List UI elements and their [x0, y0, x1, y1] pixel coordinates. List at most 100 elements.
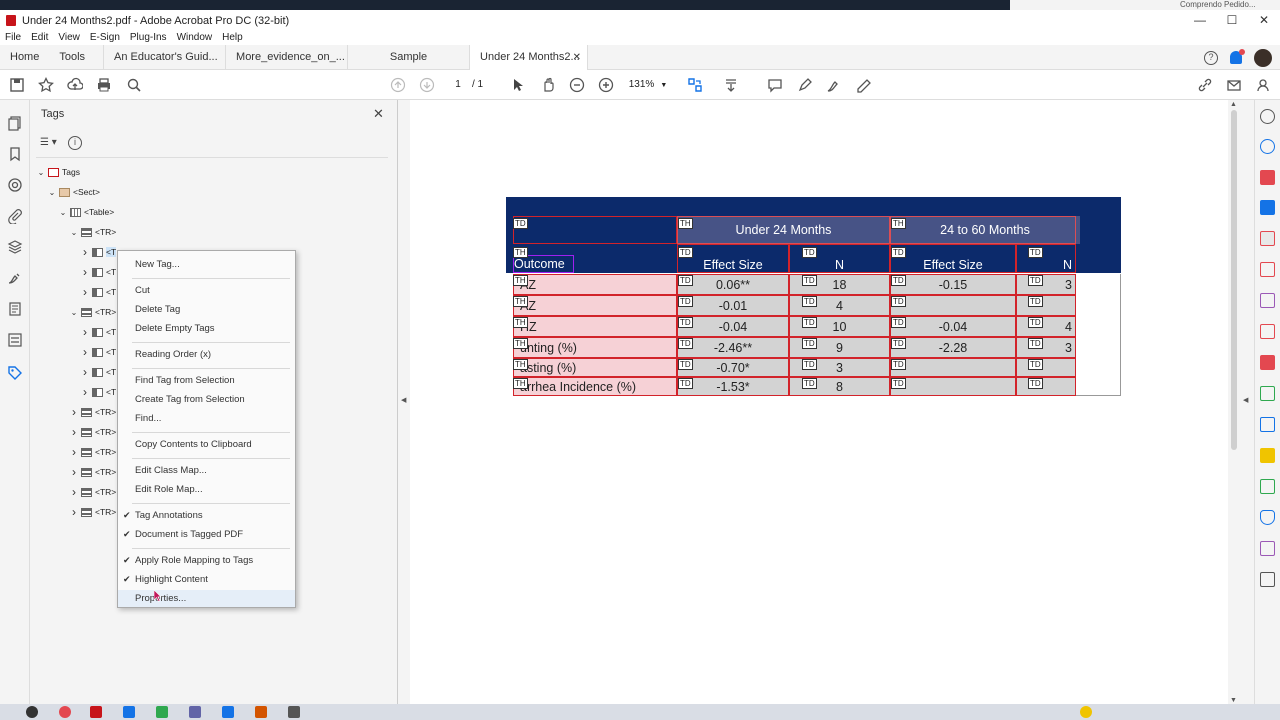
chevron-right-icon[interactable]: › — [80, 365, 90, 379]
context-menu-item[interactable]: Edit Role Map... — [118, 481, 295, 498]
chevron-down-icon[interactable]: ⌄ — [69, 308, 79, 317]
menu-view[interactable]: View — [53, 31, 85, 45]
create-pdf-icon[interactable] — [1260, 170, 1275, 185]
chevron-right-icon[interactable]: › — [69, 445, 79, 459]
chevron-right-icon[interactable]: › — [80, 245, 90, 259]
context-menu-item[interactable]: Cut — [118, 282, 295, 299]
context-menu-item[interactable]: Delete Empty Tags — [118, 320, 295, 337]
context-menu-item[interactable]: Copy Contents to Clipboard — [118, 436, 295, 453]
options-menu-icon[interactable]: ☰ ▾ — [40, 137, 62, 149]
tag-tree-node[interactable]: › <TR> — [69, 504, 116, 520]
save-icon[interactable] — [9, 77, 25, 93]
chevron-down-icon[interactable]: ⌄ — [36, 168, 46, 177]
attachments-icon[interactable] — [7, 208, 23, 225]
zoom-in-icon[interactable] — [598, 77, 614, 93]
tag-tree-node[interactable]: › <T — [80, 344, 116, 360]
powerpoint-icon[interactable] — [255, 706, 267, 718]
context-menu-item[interactable]: ✔ Apply Role Mapping to Tags — [118, 552, 295, 569]
context-menu-item[interactable]: ✔ Highlight Content — [118, 571, 295, 588]
tab-doc-more-evidence[interactable]: More_evidence_on_... — [226, 45, 349, 70]
tab-close-icon[interactable]: ✕ — [573, 45, 581, 70]
panel-splitter[interactable]: ◀ — [398, 100, 410, 720]
close-button[interactable]: ✕ — [1248, 10, 1280, 31]
tag-tree-node[interactable]: ⌄ <TR> — [69, 224, 117, 240]
context-menu-item[interactable]: ✔ Tag Annotations — [118, 507, 295, 524]
context-menu-item[interactable]: New Tag... — [118, 256, 295, 273]
chevron-right-icon[interactable]: › — [80, 265, 90, 279]
close-icon[interactable]: ✕ — [373, 106, 384, 122]
context-menu-item[interactable]: Find Tag from Selection — [118, 372, 295, 389]
tag-tree-node[interactable]: ⌄ <TR> — [69, 304, 117, 320]
organize-pages-icon[interactable] — [1260, 324, 1275, 339]
help-icon[interactable]: ? — [1204, 50, 1218, 65]
content-order-icon[interactable] — [7, 332, 23, 348]
order-icon[interactable] — [7, 301, 23, 317]
scroll-mode-icon[interactable] — [723, 77, 739, 93]
tag-tree-node[interactable]: › <T — [80, 264, 116, 280]
tag-tree-node[interactable]: › <T — [80, 244, 117, 260]
context-menu-item[interactable]: Delete Tag — [118, 301, 295, 318]
bookmark-star-icon[interactable] — [38, 76, 54, 93]
upload-cloud-icon[interactable] — [67, 77, 84, 93]
context-menu-item[interactable]: Find... — [118, 410, 295, 427]
accessibility-icon[interactable] — [1260, 139, 1275, 154]
vertical-scrollbar[interactable]: ▲ ▼ — [1228, 100, 1240, 704]
comment-tool-icon[interactable] — [1260, 448, 1275, 463]
hand-tool-icon[interactable] — [540, 77, 556, 93]
minimize-button[interactable]: — — [1184, 10, 1216, 31]
signatures-icon[interactable] — [7, 270, 23, 286]
fill-sign-icon[interactable] — [1260, 293, 1275, 308]
chevron-right-icon[interactable]: › — [80, 285, 90, 299]
scan-ocr-icon[interactable] — [1260, 386, 1275, 401]
tags-icon[interactable] — [7, 365, 23, 381]
menu-plugins[interactable]: Plug-Ins — [125, 31, 172, 45]
print-production-icon[interactable] — [1260, 479, 1275, 494]
page-down-icon[interactable] — [419, 77, 435, 93]
tag-tree-node[interactable]: › <TR> — [69, 464, 116, 480]
tab-doc-educators-guide[interactable]: An Educator's Guid... — [104, 45, 227, 70]
notification-bell-icon[interactable] — [1230, 49, 1245, 64]
share-link-icon[interactable] — [1197, 77, 1213, 93]
highlight-pen-icon[interactable] — [797, 77, 813, 93]
redact-icon[interactable] — [1260, 541, 1275, 556]
bookmarks-icon[interactable] — [7, 146, 23, 162]
right-panel-collapse[interactable]: ◀ — [1240, 100, 1254, 704]
context-menu-item[interactable]: Edit Class Map... — [118, 462, 295, 479]
add-user-icon[interactable] — [1256, 77, 1272, 93]
edit-pdf-icon[interactable] — [1260, 231, 1275, 246]
export-pdf-icon[interactable] — [1260, 200, 1275, 215]
page-number-input[interactable]: 1 — [447, 78, 469, 92]
document-viewport[interactable] — [410, 100, 1228, 704]
tag-tree-node[interactable]: › <TR> — [69, 484, 116, 500]
chevron-down-icon[interactable]: ⌄ — [69, 228, 79, 237]
comment-icon[interactable] — [767, 77, 783, 93]
page-thumbnails-icon[interactable] — [7, 115, 23, 131]
tag-tree-node[interactable]: › <TR> — [69, 404, 116, 420]
draw-icon[interactable] — [826, 77, 842, 93]
scrollbar-thumb[interactable] — [1231, 110, 1237, 450]
chevron-right-icon[interactable]: › — [69, 405, 79, 419]
chrome-icon[interactable] — [59, 706, 71, 718]
context-menu-item[interactable]: Create Tag from Selection — [118, 391, 295, 408]
tab-doc-sample[interactable]: Sample — [348, 45, 471, 70]
content-icon[interactable] — [7, 177, 23, 193]
zoom-out-icon[interactable] — [569, 77, 585, 93]
chevron-right-icon[interactable]: › — [69, 425, 79, 439]
menu-edit[interactable]: Edit — [26, 31, 53, 45]
pdf-table[interactable]: Under 24 Months 24 to 60 Months TD TH TH Outc… — [506, 197, 1121, 396]
tag-tree-node[interactable]: › <TR> — [69, 424, 116, 440]
weather-icon[interactable] — [1080, 706, 1092, 718]
chevron-right-icon[interactable]: › — [69, 505, 79, 519]
menu-esign[interactable]: E-Sign — [85, 31, 125, 45]
chevron-right-icon[interactable]: › — [69, 485, 79, 499]
fit-page-icon[interactable] — [687, 77, 703, 93]
tag-tree-node[interactable]: › <TR> — [69, 444, 116, 460]
menu-file[interactable]: File — [0, 31, 26, 45]
outlook-icon[interactable] — [123, 706, 135, 718]
sign-icon[interactable] — [856, 77, 872, 93]
zoom-level-select[interactable]: 131% ▼ — [626, 78, 670, 93]
menu-window[interactable]: Window — [172, 31, 218, 45]
acrobat-taskbar-icon[interactable] — [90, 706, 102, 718]
chevron-right-icon[interactable]: › — [80, 385, 90, 399]
protect-icon[interactable] — [1260, 510, 1275, 525]
